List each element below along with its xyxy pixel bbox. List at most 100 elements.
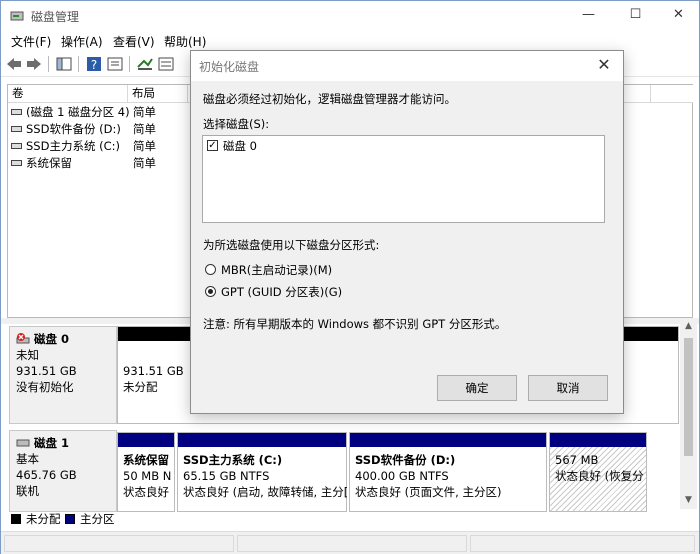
- disk-listbox[interactable]: ✓ 磁盘 0: [202, 135, 605, 223]
- cancel-button[interactable]: 取消: [528, 375, 608, 401]
- disk-type: 未知: [16, 348, 39, 362]
- mbr-label: MBR(主启动记录)(M): [221, 263, 333, 277]
- menu-file[interactable]: 文件(F): [11, 33, 51, 50]
- partition-d-drive[interactable]: SSD软件备份 (D:) 400.00 GB NTFS 状态良好 (页面文件, …: [349, 432, 547, 512]
- column-header-extra[interactable]: [651, 85, 693, 103]
- legend-swatch-unallocated: [11, 514, 21, 524]
- mbr-option[interactable]: MBR(主启动记录)(M): [191, 261, 491, 279]
- toolbar-separator: [129, 56, 130, 72]
- volume-name: SSD主力系统 (C:): [26, 139, 120, 153]
- volume-icon: [11, 109, 22, 115]
- radio-selected-dot: [208, 289, 213, 294]
- gpt-radio[interactable]: [205, 286, 216, 297]
- primary-partition-bar: [178, 433, 346, 447]
- partition-size: 50 MB N: [123, 469, 172, 483]
- partition-size: 65.15 GB NTFS: [183, 469, 270, 483]
- minimize-button[interactable]: —: [566, 1, 611, 31]
- gpt-option[interactable]: GPT (GUID 分区表)(G): [191, 283, 491, 301]
- maximize-button[interactable]: ☐: [613, 1, 658, 31]
- dialog-title: 初始化磁盘: [199, 60, 260, 74]
- partition-state: 状态良好 (启动, 故障转储, 主分[: [183, 485, 347, 499]
- disk-title: 磁盘 0: [34, 332, 70, 346]
- menu-action[interactable]: 操作(A): [61, 33, 103, 50]
- title-bar: 磁盘管理 — ☐ ✕: [1, 1, 699, 31]
- svg-text:?: ?: [91, 58, 97, 72]
- properties-icon[interactable]: [106, 55, 124, 73]
- partition-state: 状态良好 (页面文件, 主分区): [355, 485, 502, 499]
- volume-icon: [11, 143, 22, 149]
- menu-bar: 文件(F) 操作(A) 查看(V) 帮助(H): [1, 31, 699, 51]
- scroll-down-icon[interactable]: ▼: [680, 492, 697, 509]
- show-hide-icon[interactable]: [55, 55, 73, 73]
- disk-size: 465.76 GB: [16, 468, 77, 482]
- volume-name: (磁盘 1 磁盘分区 4): [26, 105, 130, 119]
- legend-label: 主分区: [80, 512, 115, 526]
- disk-0-label[interactable]: 磁盘 0 未知 931.51 GB 没有初始化: [9, 326, 117, 424]
- disk-size: 931.51 GB: [16, 364, 77, 378]
- volume-icon: [11, 160, 22, 166]
- partition-size: 400.00 GB NTFS: [355, 469, 449, 483]
- status-segment: [4, 535, 234, 552]
- partition-name: 系统保留: [123, 453, 169, 467]
- back-icon[interactable]: [5, 55, 23, 73]
- volume-layout: 简单: [133, 156, 156, 170]
- dialog-title-bar: 初始化磁盘 ✕: [191, 51, 623, 81]
- status-segment: [470, 535, 695, 552]
- disk-1-label[interactable]: 磁盘 1 基本 465.76 GB 联机: [9, 430, 117, 512]
- window-title: 磁盘管理: [31, 10, 80, 24]
- volume-row[interactable]: SSD软件备份 (D:) 简单: [8, 121, 208, 138]
- menu-view[interactable]: 查看(V): [113, 33, 155, 50]
- forward-icon[interactable]: [25, 55, 43, 73]
- partition-c-drive[interactable]: SSD主力系统 (C:) 65.15 GB NTFS 状态良好 (启动, 故障转…: [177, 432, 347, 512]
- column-header-volume[interactable]: 卷: [8, 85, 128, 103]
- disk-item-label: 磁盘 0: [223, 139, 257, 153]
- volume-layout: 简单: [133, 105, 156, 119]
- mbr-radio[interactable]: [205, 264, 216, 275]
- toolbar-separator: [48, 56, 49, 72]
- menu-help[interactable]: 帮助(H): [164, 33, 206, 50]
- partition-recovery[interactable]: 567 MB 状态良好 (恢复分: [549, 432, 647, 512]
- volume-row[interactable]: SSD主力系统 (C:) 简单: [8, 138, 208, 155]
- volume-row[interactable]: 系统保留 简单: [8, 155, 208, 172]
- partition-state: 未分配: [123, 380, 158, 394]
- connect-icon[interactable]: [136, 55, 154, 73]
- partition-state: 状态良好 (恢复分: [555, 469, 644, 483]
- legend-label: 未分配: [26, 512, 61, 526]
- vertical-scrollbar[interactable]: ▲ ▼: [680, 318, 697, 509]
- scroll-thumb[interactable]: [684, 338, 693, 456]
- status-bar: [1, 531, 699, 554]
- legend: 未分配 主分区: [7, 509, 697, 529]
- disk-management-icon: [10, 11, 24, 21]
- close-button[interactable]: ✕: [656, 1, 700, 31]
- volume-layout: 简单: [133, 122, 156, 136]
- help-icon[interactable]: ?: [85, 55, 103, 73]
- disk-title: 磁盘 1: [34, 436, 70, 450]
- list-icon[interactable]: [157, 55, 175, 73]
- dialog-note: 注意: 所有早期版本的 Windows 都不识别 GPT 分区形式。: [203, 317, 507, 331]
- volume-name: SSD软件备份 (D:): [26, 122, 121, 136]
- scroll-up-icon[interactable]: ▲: [680, 318, 697, 335]
- select-disk-label: 选择磁盘(S):: [203, 117, 270, 131]
- disk-status: 没有初始化: [16, 380, 74, 394]
- primary-partition-bar: [550, 433, 646, 447]
- uninitialized-disk-icon: [16, 333, 30, 344]
- dialog-intro: 磁盘必须经过初始化，逻辑磁盘管理器才能访问。: [203, 92, 456, 106]
- primary-partition-bar: [350, 433, 546, 447]
- gpt-label: GPT (GUID 分区表)(G): [221, 285, 343, 299]
- volume-icon: [11, 126, 22, 132]
- partition-size: 931.51 GB: [123, 364, 184, 378]
- ok-button[interactable]: 确定: [437, 375, 517, 401]
- disk-list-item[interactable]: ✓ 磁盘 0: [203, 136, 403, 154]
- partition-style-label: 为所选磁盘使用以下磁盘分区形式:: [203, 238, 380, 252]
- partition-name: SSD软件备份 (D:): [355, 453, 456, 467]
- dialog-close-icon[interactable]: ✕: [591, 54, 617, 76]
- disk-status: 联机: [16, 484, 39, 498]
- toolbar-separator: [78, 56, 79, 72]
- volume-layout: 简单: [133, 139, 156, 153]
- partition-system-reserved[interactable]: 系统保留 50 MB N 状态良好: [117, 432, 175, 512]
- disk-checkbox[interactable]: ✓: [207, 140, 218, 151]
- volume-row[interactable]: (磁盘 1 磁盘分区 4) 简单: [8, 104, 208, 121]
- legend-swatch-primary: [65, 514, 75, 524]
- column-header-layout[interactable]: 布局: [128, 85, 188, 103]
- disk-type: 基本: [16, 452, 39, 466]
